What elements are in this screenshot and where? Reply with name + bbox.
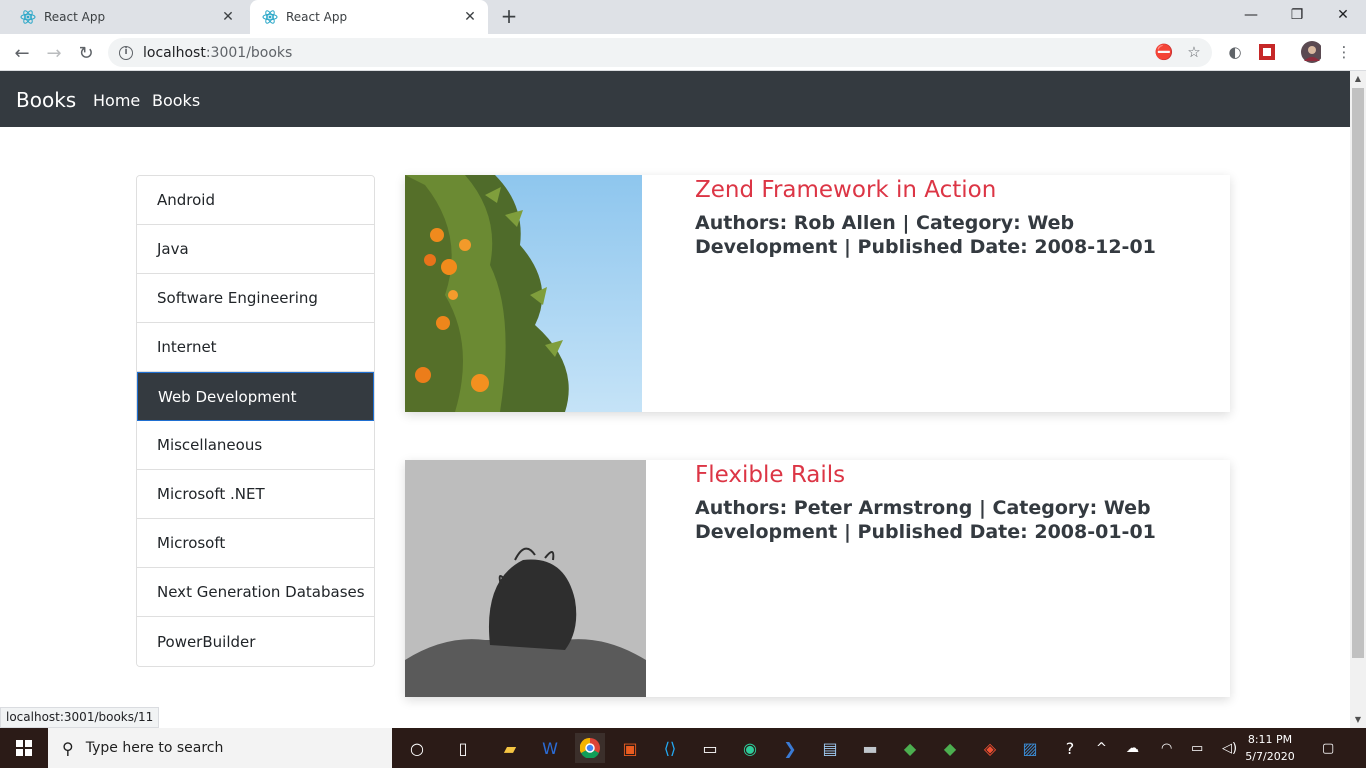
reload-icon[interactable]: ↻: [72, 39, 100, 67]
help-icon[interactable]: ?: [1055, 733, 1085, 763]
new-tab-icon[interactable]: +: [498, 6, 520, 28]
chevron-up-icon[interactable]: ^: [1096, 728, 1107, 768]
powershell-icon[interactable]: ❯: [775, 733, 805, 763]
notifications-icon[interactable]: ▢: [1322, 728, 1334, 768]
browser-tab-1[interactable]: React App ✕: [8, 0, 246, 34]
forward-icon[interactable]: →: [40, 39, 68, 67]
taskbar-clock[interactable]: 8:11 PM 5/7/2020: [1240, 731, 1300, 765]
category-item[interactable]: Java: [137, 225, 374, 274]
page-scrollbar[interactable]: ▲ ▼: [1350, 71, 1366, 728]
windows-start-icon[interactable]: [0, 728, 48, 768]
window-close-icon[interactable]: ✕: [1320, 0, 1366, 30]
battery-icon[interactable]: ▭: [1191, 728, 1203, 768]
url-text: localhost:3001/books: [143, 44, 293, 61]
photos-icon[interactable]: ▨: [1015, 733, 1045, 763]
blocked-content-icon[interactable]: ⛔: [1154, 42, 1174, 62]
nav-link-books[interactable]: Books: [152, 91, 200, 110]
category-item[interactable]: Android: [137, 176, 374, 225]
book-card[interactable]: Zend Framework in Action Authors: Rob Al…: [405, 175, 1230, 412]
extension-icon[interactable]: ◐: [1225, 42, 1245, 62]
search-icon: ⚲: [62, 738, 74, 758]
react-icon: [262, 9, 278, 25]
file-explorer-icon[interactable]: ▰: [495, 733, 525, 763]
nav-link-home[interactable]: Home: [93, 91, 140, 110]
volume-icon[interactable]: ◁): [1222, 728, 1237, 768]
cloud-icon[interactable]: ☁: [1126, 728, 1139, 768]
book-cover-image: [405, 175, 642, 412]
browser-toolbar: ← → ↻ i localhost:3001/books ⛔ ☆ ◐ ⋮: [0, 34, 1366, 71]
terminal-icon[interactable]: ▭: [695, 733, 725, 763]
chrome-icon[interactable]: [575, 733, 605, 763]
tab-title: React App: [44, 10, 106, 24]
scrollbar-thumb[interactable]: [1352, 88, 1364, 658]
mysql-icon[interactable]: ▬: [855, 733, 885, 763]
book-meta: Authors: Peter Armstrong | Category: Web…: [695, 497, 1156, 543]
scroll-up-icon[interactable]: ▲: [1350, 71, 1366, 87]
windows-taskbar: ⚲ Type here to search ○ ▯ ▰ W ▣ ⟨⟩ ▭ ◉ ❯…: [0, 728, 1366, 768]
vscode-icon[interactable]: ⟨⟩: [655, 733, 685, 763]
category-item[interactable]: Internet: [137, 323, 374, 372]
category-item[interactable]: Miscellaneous: [137, 421, 374, 470]
app-icon[interactable]: ▤: [815, 733, 845, 763]
category-item[interactable]: Next Generation Databases: [137, 568, 374, 617]
category-list: Android Java Software Engineering Internet W…: [136, 175, 375, 667]
site-info-icon[interactable]: i: [119, 45, 133, 60]
category-item[interactable]: Microsoft: [137, 519, 374, 568]
app-navbar: Books Home Books: [0, 71, 1350, 127]
app-icon[interactable]: ▣: [615, 733, 645, 763]
minimize-icon[interactable]: —: [1228, 0, 1274, 30]
task-view-icon[interactable]: ▯: [448, 733, 478, 763]
clock-time: 8:11 PM: [1247, 733, 1293, 746]
mongodb-icon[interactable]: ◆: [895, 733, 925, 763]
category-item[interactable]: Microsoft .NET: [137, 470, 374, 519]
search-placeholder: Type here to search: [85, 740, 224, 756]
react-icon: [20, 9, 36, 25]
git-icon[interactable]: ◈: [975, 733, 1005, 763]
category-item[interactable]: Software Engineering: [137, 274, 374, 323]
scroll-down-icon[interactable]: ▼: [1350, 712, 1366, 728]
mongodb-icon[interactable]: ◆: [935, 733, 965, 763]
category-item[interactable]: PowerBuilder: [137, 617, 374, 666]
back-icon[interactable]: ←: [8, 39, 36, 67]
book-cover-image: [405, 460, 646, 697]
book-card[interactable]: Flexible Rails Authors: Peter Armstrong …: [405, 460, 1230, 697]
wifi-icon[interactable]: ◠: [1161, 728, 1172, 768]
browser-tab-strip: React App ✕ React App ✕ + — ❐ ✕: [0, 0, 1366, 34]
browser-tab-2[interactable]: React App ✕: [250, 0, 488, 34]
cortana-icon[interactable]: ○: [402, 733, 432, 763]
restore-icon[interactable]: ❐: [1274, 0, 1320, 30]
status-url: localhost:3001/books/11: [0, 707, 160, 728]
close-tab-icon[interactable]: ✕: [460, 7, 480, 27]
app-icon[interactable]: ◉: [735, 733, 765, 763]
bookmark-star-icon[interactable]: ☆: [1184, 42, 1204, 62]
navbar-brand[interactable]: Books: [16, 88, 76, 112]
book-title[interactable]: Zend Framework in Action: [695, 177, 996, 203]
book-title[interactable]: Flexible Rails: [695, 462, 845, 488]
word-icon[interactable]: W: [535, 733, 565, 763]
address-bar[interactable]: i localhost:3001/books: [108, 38, 1212, 67]
book-meta: Authors: Rob Allen | Category: Web Devel…: [695, 212, 1156, 258]
menu-icon[interactable]: ⋮: [1334, 42, 1354, 62]
extension-icon[interactable]: [1257, 42, 1277, 62]
category-item[interactable]: Web Development: [137, 372, 374, 421]
taskbar-search[interactable]: ⚲ Type here to search: [48, 728, 392, 768]
tab-title: React App: [286, 10, 348, 24]
clock-date: 5/7/2020: [1245, 750, 1295, 763]
close-tab-icon[interactable]: ✕: [218, 7, 238, 27]
avatar[interactable]: [1301, 41, 1321, 63]
